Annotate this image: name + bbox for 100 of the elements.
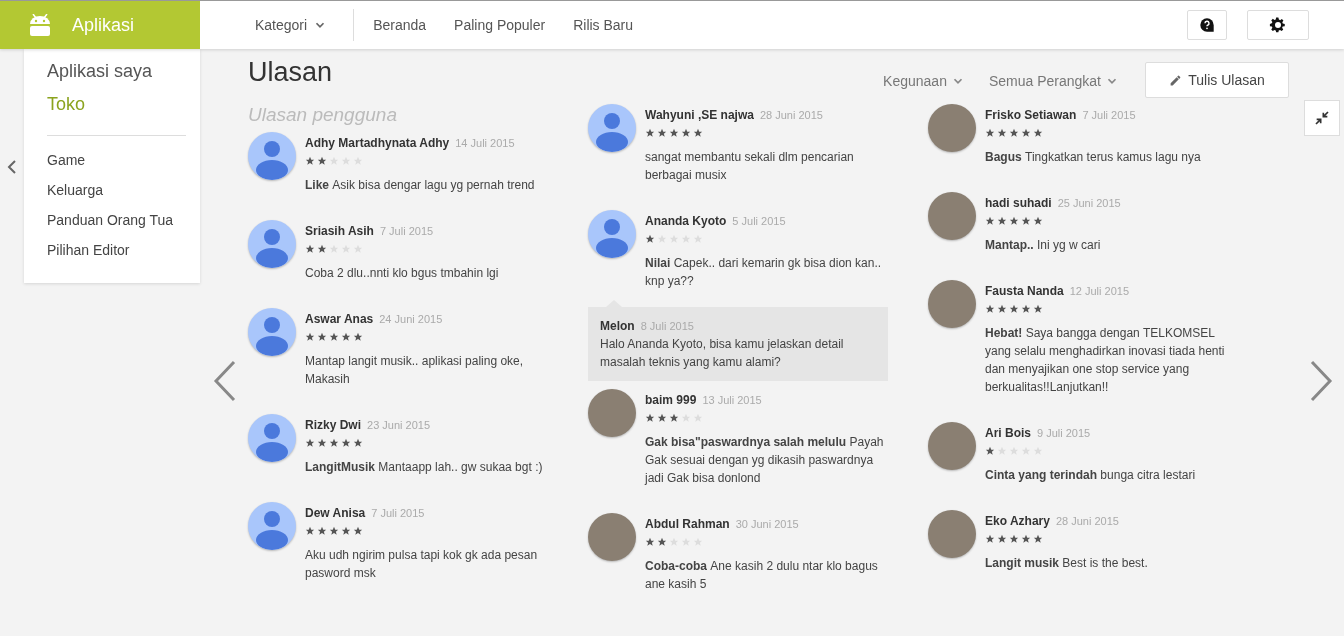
- star-icon: [1021, 128, 1031, 138]
- star-icon: [353, 438, 363, 448]
- nav-link[interactable]: Beranda: [373, 17, 427, 33]
- review-date: 28 Juni 2015: [759, 109, 823, 121]
- reviewer-name: Abdul Rahman: [645, 517, 730, 531]
- review-text: Coba 2 dlu..nnti klo bgus tmbahin lgi: [305, 265, 500, 282]
- review-text: Gak bisa"paswardnya salah melulu Payah Gak sesuai dengan yg dikasih paswardnya jadi Gak bisa donlond: [645, 434, 885, 487]
- star-icon: [985, 216, 995, 226]
- review-text: Coba-coba Ane kasih 2 dulu ntar klo bagus ane kasih 5: [645, 558, 879, 593]
- star-icon: [985, 534, 995, 544]
- reviewer-name: Ari Bois: [985, 426, 1031, 440]
- star-icon: [681, 128, 691, 138]
- star-icon: [997, 304, 1007, 314]
- reviewer-name: Adhy Martadhynata Adhy: [305, 136, 450, 150]
- review-text: Aku udh ngirim pulsa tapi kok gk ada pesan pasword msk: [305, 547, 539, 582]
- star-icon: [645, 413, 655, 423]
- star-icon: [329, 526, 339, 536]
- star-icon: [329, 332, 339, 342]
- photo-placeholder: [928, 192, 976, 240]
- category-link[interactable]: Keluarga: [47, 182, 200, 198]
- settings-button[interactable]: [1247, 10, 1309, 40]
- review-date: 24 Juni 2015: [379, 313, 443, 325]
- sidebar-item[interactable]: Aplikasi saya: [47, 61, 200, 82]
- star-icon: [985, 128, 995, 138]
- pencil-icon: [1169, 73, 1183, 87]
- reviewer-name: baim 999: [645, 393, 697, 407]
- reviewer-name: hadi suhadi: [985, 196, 1052, 210]
- star-icon: [657, 537, 667, 547]
- category-menu[interactable]: Kategori: [255, 17, 328, 33]
- reply-text: Halo Ananda Kyoto, bisa kamu jelaskan detail masalah teknis yang kamu alami?: [600, 336, 845, 371]
- reviewer-name: Sriasih Asih: [305, 224, 374, 238]
- star-icon: [645, 128, 655, 138]
- review-date: 7 Juli 2015: [1082, 109, 1136, 121]
- avatar-icon: [588, 210, 636, 258]
- help-button[interactable]: [1187, 10, 1227, 40]
- category-link[interactable]: Pilihan Editor: [47, 242, 200, 258]
- review-date: 7 Juli 2015: [379, 225, 434, 237]
- reply-date: 8 Juli 2015: [640, 320, 694, 332]
- review-date: 5 Juli 2015: [732, 215, 786, 227]
- star-icon: [985, 446, 995, 456]
- star-icon: [669, 413, 679, 423]
- star-icon: [997, 216, 1007, 226]
- avatar-icon: [248, 132, 296, 180]
- star-icon: [997, 534, 1007, 544]
- star-icon: [1009, 216, 1019, 226]
- star-icon: [317, 332, 327, 342]
- star-icon: [317, 244, 327, 254]
- star-icon: [657, 413, 667, 423]
- star-icon: [1009, 128, 1019, 138]
- star-icon: [1033, 128, 1043, 138]
- filter-dropdown[interactable]: Kegunaan: [883, 73, 965, 89]
- photo-placeholder: [928, 422, 976, 470]
- write-review-button[interactable]: Tulis Ulasan: [1145, 62, 1289, 98]
- star-icon: [1009, 304, 1019, 314]
- review-text: Hebat! Saya bangga dengan TELKOMSEL yang selalu menghadirkan inovasi tiada henti dan menyajikan one stop service yang berkualitas!!Lanjutkan!!: [985, 325, 1226, 396]
- review-date: 25 Juni 2015: [1057, 197, 1121, 209]
- reviewer-name: Frisko Setiawan: [985, 108, 1077, 122]
- chevron-left-icon[interactable]: [7, 158, 17, 175]
- section-heading: Ulasan pengguna: [248, 104, 398, 126]
- photo-placeholder: [928, 510, 976, 558]
- star-icon: [317, 438, 327, 448]
- brand-title: Aplikasi: [72, 14, 135, 36]
- nav-link[interactable]: Paling Populer: [454, 17, 546, 33]
- star-icon: [305, 526, 315, 536]
- star-icon: [657, 128, 667, 138]
- review-date: 14 Juli 2015: [455, 137, 515, 149]
- compress-icon: [1314, 110, 1330, 126]
- star-icon: [1009, 534, 1019, 544]
- star-icon: [305, 244, 315, 254]
- page-title: Ulasan: [248, 57, 334, 88]
- star-icon: [669, 128, 679, 138]
- reviewer-name: Rizky Dwi: [305, 418, 361, 432]
- review-text: Langit musik Best is the best.: [985, 555, 1149, 572]
- reply-author: Melon: [600, 319, 635, 333]
- review-date: 9 Juli 2015: [1037, 427, 1091, 439]
- star-icon: [341, 438, 351, 448]
- nav-link[interactable]: Rilis Baru: [573, 17, 634, 33]
- photo-placeholder: [588, 389, 636, 437]
- star-icon: [329, 438, 339, 448]
- star-icon: [305, 156, 315, 166]
- star-icon: [693, 128, 703, 138]
- star-icon: [317, 156, 327, 166]
- collapse-button[interactable]: [1304, 100, 1340, 136]
- avatar-icon: [248, 220, 296, 268]
- review-date: 23 Juni 2015: [367, 419, 430, 431]
- star-icon: [1033, 304, 1043, 314]
- star-icon: [1033, 534, 1043, 544]
- star-icon: [341, 526, 351, 536]
- category-link[interactable]: Game: [47, 152, 200, 168]
- photo-placeholder: [928, 104, 976, 152]
- category-link[interactable]: Panduan Orang Tua: [47, 212, 200, 228]
- review-date: 30 Juni 2015: [735, 518, 799, 530]
- review-text: Nilai Capek.. dari kemarin gk bisa dion kan.. knp ya??: [645, 255, 883, 290]
- reviewer-name: Eko Azhary: [985, 514, 1050, 528]
- chevron-left-icon: [212, 360, 238, 402]
- review-text: Mantap langit musik.. aplikasi paling oke, Makasih: [305, 353, 525, 388]
- star-icon: [317, 526, 327, 536]
- filter-dropdown[interactable]: Semua Perangkat: [988, 73, 1119, 89]
- review-date: 12 Juli 2015: [1069, 285, 1129, 297]
- reviewer-name: Ananda Kyoto: [645, 214, 727, 228]
